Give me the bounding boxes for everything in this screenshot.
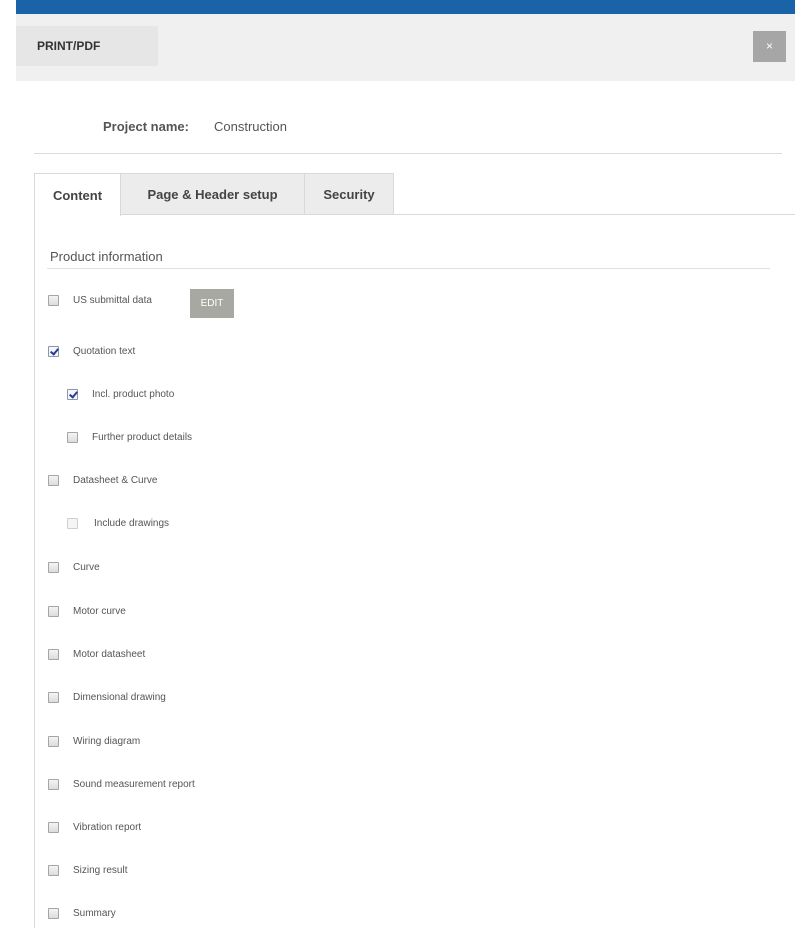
sizing-result-checkbox[interactable]: [48, 864, 59, 876]
motor-datasheet-checkbox[interactable]: [48, 648, 59, 660]
option-label: Motor datasheet: [73, 648, 146, 660]
option-quotation-text[interactable]: Quotation text: [48, 343, 135, 359]
dimensional-drawing-checkbox[interactable]: [48, 691, 59, 703]
dialog-title: PRINT/PDF: [16, 26, 158, 66]
incl-product-photo-checkbox[interactable]: [67, 388, 78, 400]
option-label: Datasheet & Curve: [73, 474, 158, 486]
close-button[interactable]: ×: [753, 31, 786, 62]
option-summary[interactable]: Summary: [48, 905, 116, 921]
tab-page-header-setup[interactable]: Page & Header setup: [121, 173, 305, 215]
option-label: Summary: [73, 907, 116, 919]
vibration-report-checkbox[interactable]: [48, 821, 59, 833]
option-label: Sizing result: [73, 864, 128, 876]
summary-checkbox[interactable]: [48, 907, 59, 919]
project-name-label: Project name:: [103, 119, 189, 134]
option-dimensional-drawing[interactable]: Dimensional drawing: [48, 689, 166, 705]
option-label: Vibration report: [73, 821, 142, 833]
option-further-product-details[interactable]: Further product details: [67, 429, 192, 445]
option-label: Incl. product photo: [92, 388, 175, 400]
option-label: Further product details: [92, 431, 193, 443]
sound-measurement-report-checkbox[interactable]: [48, 778, 59, 790]
edit-button[interactable]: EDIT: [190, 289, 234, 318]
option-label: Dimensional drawing: [73, 691, 166, 703]
wiring-diagram-checkbox[interactable]: [48, 735, 59, 747]
us-submittal-data-checkbox[interactable]: [48, 294, 59, 306]
section-title: Product information: [50, 249, 163, 264]
top-accent-stripe: [16, 0, 795, 14]
tab-security[interactable]: Security: [305, 173, 394, 215]
close-icon: ×: [765, 39, 773, 53]
option-incl-product-photo[interactable]: Incl. product photo: [67, 386, 174, 402]
option-motor-curve[interactable]: Motor curve: [48, 603, 126, 619]
option-include-drawings[interactable]: Include drawings: [67, 515, 169, 531]
option-label: Curve: [73, 561, 100, 573]
motor-curve-checkbox[interactable]: [48, 605, 59, 617]
option-label: Quotation text: [73, 345, 136, 357]
tab-content[interactable]: Content: [34, 173, 121, 216]
datasheet-curve-checkbox[interactable]: [48, 474, 59, 486]
option-us-submittal-data[interactable]: US submittal data: [48, 292, 152, 308]
divider: [34, 153, 782, 154]
option-label: Wiring diagram: [73, 735, 141, 747]
dialog-header: PRINT/PDF ×: [16, 14, 795, 81]
include-drawings-checkbox[interactable]: [67, 517, 78, 529]
option-wiring-diagram[interactable]: Wiring diagram: [48, 733, 140, 749]
content-panel: Product information: [34, 214, 795, 928]
option-curve[interactable]: Curve: [48, 559, 100, 575]
section-divider: [47, 268, 770, 269]
option-label: Include drawings: [94, 517, 170, 529]
option-label: Motor curve: [73, 605, 126, 617]
quotation-text-checkbox[interactable]: [48, 345, 59, 357]
option-sizing-result[interactable]: Sizing result: [48, 862, 127, 878]
curve-checkbox[interactable]: [48, 561, 59, 573]
option-label: Sound measurement report: [73, 778, 195, 790]
option-vibration-report[interactable]: Vibration report: [48, 819, 141, 835]
option-label: US submittal data: [73, 294, 152, 306]
option-datasheet-curve[interactable]: Datasheet & Curve: [48, 472, 158, 488]
project-row: Project name: Construction: [16, 117, 795, 137]
option-sound-measurement-report[interactable]: Sound measurement report: [48, 776, 195, 792]
project-name-value: Construction: [214, 119, 287, 134]
option-motor-datasheet[interactable]: Motor datasheet: [48, 646, 145, 662]
print-pdf-dialog: PRINT/PDF × Project name: Construction C…: [16, 0, 795, 928]
further-product-details-checkbox[interactable]: [67, 431, 78, 443]
